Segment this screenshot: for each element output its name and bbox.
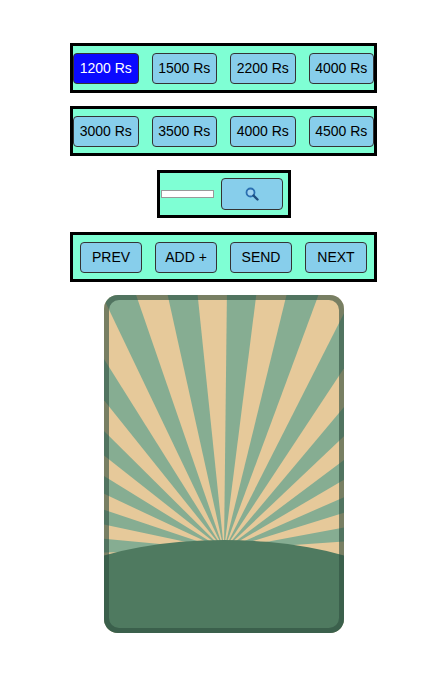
magnifier-icon xyxy=(245,187,259,201)
action-button[interactable]: NEXT xyxy=(305,242,367,273)
price-button[interactable]: 3500 Rs xyxy=(152,116,218,147)
sunburst-image xyxy=(104,295,344,633)
price-button[interactable]: 3000 Rs xyxy=(73,116,139,147)
price-panel: 3000 Rs 3500 Rs 4000 Rs 4500 Rs xyxy=(70,106,377,156)
action-button[interactable]: ADD + xyxy=(155,242,217,273)
price-button[interactable]: 1500 Rs xyxy=(152,53,218,84)
search-panel xyxy=(157,170,291,218)
search-button[interactable] xyxy=(221,178,283,210)
price-button[interactable]: 4500 Rs xyxy=(309,116,375,147)
action-button[interactable]: SEND xyxy=(230,242,292,273)
page: 1200 Rs 1500 Rs 2200 Rs 4000 Rs 3000 Rs 3500… xyxy=(0,0,447,692)
price-button[interactable]: 2200 Rs xyxy=(230,53,296,84)
poster-image xyxy=(104,295,344,633)
price-button[interactable]: 1200 Rs xyxy=(73,53,139,84)
search-input[interactable] xyxy=(161,190,214,198)
action-button[interactable]: PREV xyxy=(80,242,142,273)
price-button[interactable]: 4000 Rs xyxy=(309,53,375,84)
action-panel: PREV ADD + SEND NEXT xyxy=(70,232,377,282)
price-button[interactable]: 4000 Rs xyxy=(230,116,296,147)
price-panel: 1200 Rs 1500 Rs 2200 Rs 4000 Rs xyxy=(70,43,377,93)
